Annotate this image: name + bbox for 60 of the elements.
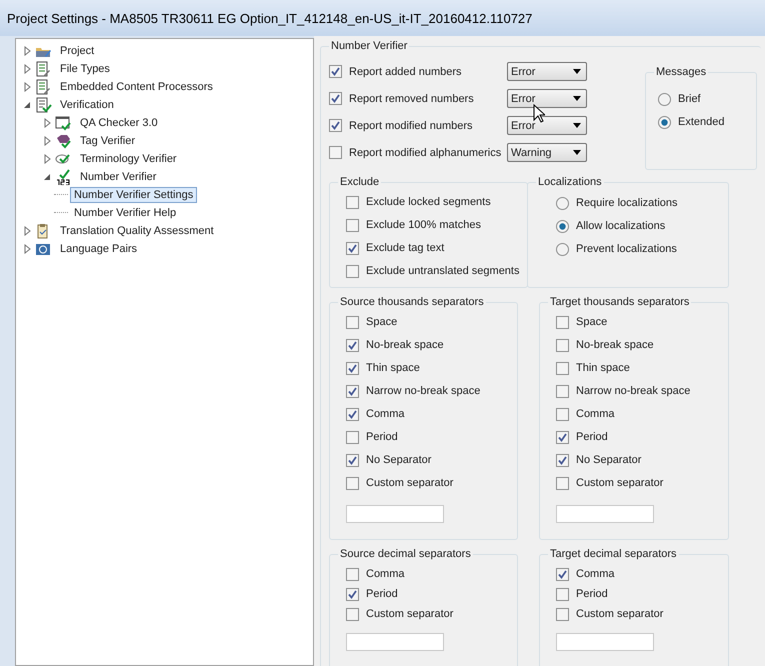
group-title: Source decimal separators: [339, 548, 472, 560]
tree-item[interactable]: Project: [56, 43, 98, 59]
checkbox-label: No Separator: [576, 454, 642, 466]
checkbox-label: Exclude tag text: [366, 242, 444, 254]
window-title: Project Settings - MA8505 TR30611 EG Option_IT_412148_en-US_it-IT_20160412.110727: [7, 10, 532, 26]
group-title: Number Verifier: [330, 40, 408, 52]
checkbox-label: Period: [366, 588, 398, 600]
checkbox-label: Report modified alphanumerics: [349, 146, 502, 158]
checkbox-label: Report modified numbers: [349, 120, 473, 132]
checkbox-label: Custom separator: [366, 608, 454, 620]
radio-label: Require localizations: [576, 197, 678, 209]
tree-item[interactable]: Number Verifier Settings: [70, 187, 198, 203]
checkbox-label: Thin space: [366, 362, 420, 374]
severity-dropdown[interactable]: Error: [507, 116, 587, 135]
tree-item[interactable]: Tag Verifier: [76, 133, 140, 149]
checkbox-label: Comma: [366, 408, 405, 420]
checkbox-label: Period: [576, 588, 608, 600]
checkbox-label: Space: [576, 316, 608, 328]
tree-item[interactable]: Number Verifier: [76, 169, 160, 185]
checkbox-label: Period: [576, 431, 608, 443]
tree-item[interactable]: File Types: [56, 61, 114, 77]
tree-item[interactable]: Verification: [56, 97, 118, 113]
checkbox-label: Report added numbers: [349, 66, 462, 78]
checkbox-label: Report removed numbers: [349, 92, 474, 104]
radio-label: Prevent localizations: [576, 243, 677, 255]
tree-item[interactable]: QA Checker 3.0: [76, 115, 162, 131]
checkbox-label: Exclude locked segments: [366, 196, 491, 208]
checkbox-label: Comma: [366, 568, 405, 580]
tree-item[interactable]: Translation Quality Assessment: [56, 223, 218, 239]
severity-dropdown[interactable]: Error: [507, 62, 587, 81]
group-title: Target thousands separators: [549, 296, 690, 308]
tree-item[interactable]: Language Pairs: [56, 241, 142, 257]
checkbox-label: Custom separator: [576, 477, 664, 489]
checkbox-label: Narrow no-break space: [366, 385, 480, 397]
checkbox-label: Thin space: [576, 362, 630, 374]
checkbox-label: Comma: [576, 408, 615, 420]
radio-label: Extended: [678, 116, 724, 128]
checkbox-label: Custom separator: [366, 477, 454, 489]
checkbox-label: No-break space: [366, 339, 444, 351]
group-title: Localizations: [537, 176, 603, 188]
checkbox-label: Exclude untranslated segments: [366, 265, 520, 277]
checkbox-label: No Separator: [366, 454, 432, 466]
tree-item[interactable]: Embedded Content Processors: [56, 79, 217, 95]
checkbox-label: Space: [366, 316, 398, 328]
severity-dropdown[interactable]: Error: [507, 89, 587, 108]
group-title: Source thousands separators: [339, 296, 485, 308]
checkbox-label: No-break space: [576, 339, 654, 351]
checkbox-label: Custom separator: [576, 608, 664, 620]
group-title: Target decimal separators: [549, 548, 678, 560]
checkbox-label: Period: [366, 431, 398, 443]
group-title: Messages: [655, 66, 708, 78]
radio-label: Brief: [678, 93, 701, 105]
checkbox-label: Narrow no-break space: [576, 385, 690, 397]
checkbox-label: Comma: [576, 568, 615, 580]
radio-label: Allow localizations: [576, 220, 666, 232]
severity-dropdown[interactable]: Warning: [507, 143, 587, 162]
group-title: Exclude: [339, 176, 380, 188]
tree-item[interactable]: Number Verifier Help: [70, 205, 180, 221]
tree-item[interactable]: Terminology Verifier: [76, 151, 181, 167]
checkbox-label: Exclude 100% matches: [366, 219, 481, 231]
